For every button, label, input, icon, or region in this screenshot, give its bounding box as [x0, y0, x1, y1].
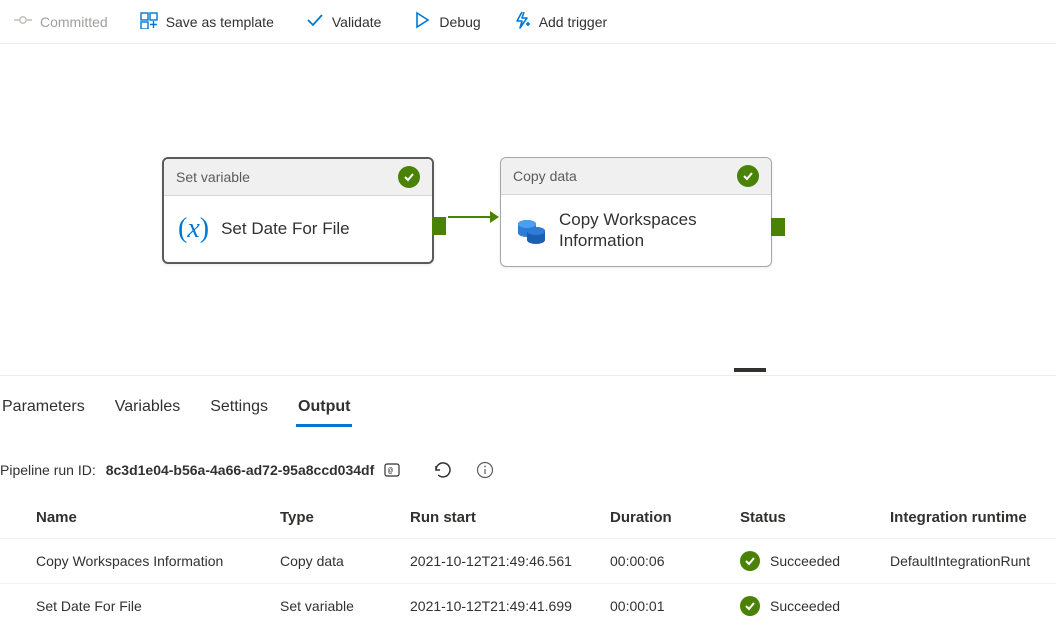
- debug-button[interactable]: Debug: [403, 5, 490, 38]
- refresh-icon[interactable]: [430, 457, 456, 483]
- save-as-template-button[interactable]: Save as template: [130, 5, 284, 38]
- cell-type: Copy data: [280, 539, 410, 584]
- col-run-start[interactable]: Run start: [410, 497, 610, 539]
- trigger-icon: [513, 11, 531, 32]
- cell-runtime: [890, 584, 1056, 628]
- table-header-row: Name Type Run start Duration Status Inte…: [0, 497, 1056, 539]
- cell-duration: 00:00:01: [610, 584, 740, 628]
- output-port[interactable]: [771, 218, 785, 236]
- add-trigger-label: Add trigger: [539, 14, 607, 30]
- play-icon: [413, 11, 431, 32]
- cell-status: Succeeded: [740, 539, 890, 584]
- success-icon: [398, 166, 420, 188]
- status-text: Succeeded: [770, 553, 840, 569]
- bottom-tabs: Parameters Variables Settings Output: [0, 394, 1056, 439]
- check-icon: [306, 11, 324, 32]
- tab-output[interactable]: Output: [296, 394, 352, 427]
- copy-icon[interactable]: @: [384, 463, 402, 477]
- pipeline-run-id-value: 8c3d1e04-b56a-4a66-ad72-95a8ccd034df: [106, 462, 375, 478]
- table-row[interactable]: Copy Workspaces Information Copy data 20…: [0, 539, 1056, 584]
- activity-body: x Set Date For File: [164, 196, 432, 262]
- activity-header: Set variable: [164, 159, 432, 196]
- debug-label: Debug: [439, 14, 480, 30]
- arrow-head-icon: [490, 211, 499, 223]
- activity-name: Set Date For File: [221, 218, 350, 239]
- commit-icon: [14, 11, 32, 32]
- success-icon: [740, 551, 760, 571]
- cell-runtime: DefaultIntegrationRunt: [890, 539, 1056, 584]
- validate-button[interactable]: Validate: [296, 5, 392, 38]
- activity-header: Copy data: [501, 158, 771, 195]
- pipeline-canvas[interactable]: Set variable x Set Date For File Copy da…: [0, 44, 1056, 376]
- database-icon: [515, 214, 547, 246]
- cell-run-start: 2021-10-12T21:49:46.561: [410, 539, 610, 584]
- cell-duration: 00:00:06: [610, 539, 740, 584]
- col-status[interactable]: Status: [740, 497, 890, 539]
- variable-icon: x: [178, 213, 209, 245]
- add-trigger-button[interactable]: Add trigger: [503, 5, 617, 38]
- svg-text:@: @: [388, 467, 393, 476]
- cell-name: Set Date For File: [0, 584, 280, 628]
- toolbar: Committed Save as template Validate Debu…: [0, 0, 1056, 44]
- activity-body: Copy Workspaces Information: [501, 195, 771, 266]
- cell-type: Set variable: [280, 584, 410, 628]
- output-table: Name Type Run start Duration Status Inte…: [0, 497, 1056, 628]
- activity-type-label: Copy data: [513, 168, 577, 184]
- success-icon: [737, 165, 759, 187]
- cell-name: Copy Workspaces Information: [0, 539, 280, 584]
- col-duration[interactable]: Duration: [610, 497, 740, 539]
- status-text: Succeeded: [770, 598, 840, 614]
- template-icon: [140, 11, 158, 32]
- tab-variables[interactable]: Variables: [113, 394, 183, 427]
- info-icon[interactable]: [472, 457, 498, 483]
- table-row[interactable]: Set Date For File Set variable 2021-10-1…: [0, 584, 1056, 628]
- activity-name: Copy Workspaces Information: [559, 209, 757, 252]
- success-icon: [740, 596, 760, 616]
- committed-label: Committed: [40, 14, 108, 30]
- col-runtime[interactable]: Integration runtime: [890, 497, 1056, 539]
- col-name[interactable]: Name: [0, 497, 280, 539]
- bottom-panel: Parameters Variables Settings Output Pip…: [0, 376, 1056, 628]
- pipeline-run-id-label: Pipeline run ID:: [0, 462, 96, 478]
- activity-copy-data[interactable]: Copy data Copy Workspaces Information: [500, 157, 772, 267]
- pipeline-run-row: Pipeline run ID: 8c3d1e04-b56a-4a66-ad72…: [0, 439, 1056, 497]
- cell-run-start: 2021-10-12T21:49:41.699: [410, 584, 610, 628]
- output-port[interactable]: [432, 217, 446, 235]
- col-type[interactable]: Type: [280, 497, 410, 539]
- committed-button: Committed: [4, 5, 118, 38]
- tab-parameters[interactable]: Parameters: [0, 394, 87, 427]
- connection-line: [448, 216, 491, 218]
- tab-settings[interactable]: Settings: [208, 394, 270, 427]
- save-as-template-label: Save as template: [166, 14, 274, 30]
- panel-splitter[interactable]: [734, 368, 766, 372]
- cell-status: Succeeded: [740, 584, 890, 628]
- activity-type-label: Set variable: [176, 169, 250, 185]
- activity-set-variable[interactable]: Set variable x Set Date For File: [162, 157, 434, 264]
- validate-label: Validate: [332, 14, 382, 30]
